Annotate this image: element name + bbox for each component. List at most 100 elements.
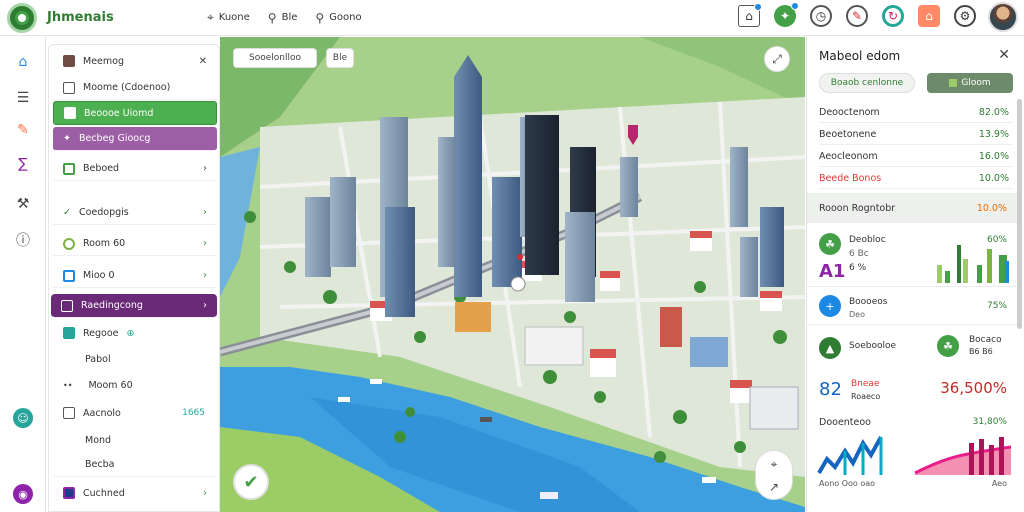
chevron-right-icon: › bbox=[203, 270, 207, 281]
add-icon: ⊕ bbox=[126, 327, 135, 339]
sidepanel-item[interactable]: Mioo 0 › bbox=[53, 264, 217, 288]
sidepanel-item[interactable]: ✓ Coedopgis › bbox=[53, 201, 217, 225]
metric-card[interactable]: ▲ Soebooloe ☘ Bocaco B6 B6 bbox=[807, 331, 1017, 367]
stat-value: 10.0% bbox=[978, 173, 1009, 184]
sidepanel-item-label: Coedopgis bbox=[78, 207, 129, 218]
map-search-button[interactable]: Sooelonlloo bbox=[233, 48, 317, 68]
sidepanel-item-purple[interactable]: ✦ Becbeg Gioocg bbox=[53, 127, 217, 151]
sidepanel-subitem[interactable]: Pabol bbox=[53, 347, 217, 371]
sidepanel-subitem[interactable]: Becba bbox=[53, 453, 217, 477]
tools-icon[interactable]: ⚒ bbox=[13, 194, 33, 214]
card-name: Soebooloe bbox=[849, 341, 897, 351]
tab-left[interactable]: Boaob cenlonne bbox=[819, 73, 915, 93]
pink-chart bbox=[914, 437, 1012, 475]
card-sub: Deo bbox=[849, 310, 865, 319]
home-icon bbox=[63, 269, 75, 282]
app-logo[interactable] bbox=[7, 2, 37, 33]
sidepanel-item[interactable]: Room 60 › bbox=[53, 232, 217, 256]
sidepanel-item[interactable]: Regooe ⊕ bbox=[53, 321, 217, 345]
app-title: Jhmenais bbox=[47, 10, 114, 25]
sidepanel-item[interactable]: Moome (Cdoenoo) bbox=[53, 76, 217, 100]
support-icon[interactable]: ☺ bbox=[13, 408, 33, 428]
recenter-icon[interactable]: ⌖ bbox=[771, 457, 778, 472]
metric-card[interactable]: Dooenteoo 31,80% Aono Ooo oao Aeo bbox=[807, 413, 1017, 512]
bar-sparkline bbox=[937, 245, 1009, 283]
topnav-item-ble[interactable]: ⚲ Ble bbox=[268, 10, 298, 25]
sidepanel-item-green[interactable]: Beoooe Uiomd bbox=[53, 101, 217, 125]
home-notif-icon[interactable]: ⌂ bbox=[738, 3, 762, 27]
check-icon: ✓ bbox=[63, 207, 71, 218]
puzzle-icon[interactable]: ✦ bbox=[774, 2, 799, 27]
stat-label: Aeocleonom bbox=[819, 151, 878, 162]
pin-icon: ⌖ bbox=[207, 10, 214, 24]
sidepanel-item[interactable]: Beboed › bbox=[53, 157, 217, 181]
topnav-label: Ble bbox=[281, 12, 298, 23]
settings-icon[interactable]: ⚙ bbox=[954, 5, 976, 27]
scrollbar[interactable] bbox=[1017, 99, 1022, 329]
card-label: Bneae bbox=[851, 379, 880, 389]
metric-card[interactable]: + Boooeos Deo 75% bbox=[807, 289, 1017, 325]
search-icon: ⚲ bbox=[267, 10, 277, 25]
right-panel: Mabeol edom ✕ Boaob cenlonne Gloom Deooc… bbox=[806, 37, 1024, 512]
map-option-label: Ble bbox=[332, 53, 348, 63]
profile-icon[interactable]: ◉ bbox=[13, 484, 33, 504]
analytics-icon[interactable]: ∑ bbox=[13, 154, 33, 174]
card-name: Boooeos bbox=[849, 297, 888, 307]
sidepanel-item-label: Regooe bbox=[83, 327, 119, 339]
city-map[interactable]: Sooelonlloo Ble ⤢ ✔ ⌖ ↗ bbox=[220, 37, 805, 512]
sidepanel-item[interactable]: Aacnolo 1665 bbox=[53, 401, 217, 425]
sidepanel-item-label: Raedingcong bbox=[81, 300, 143, 311]
home-icon[interactable]: ⌂ bbox=[13, 52, 33, 72]
compass-icon[interactable]: ↗ bbox=[769, 480, 779, 494]
check-fab[interactable]: ✔ bbox=[233, 464, 269, 500]
sidepanel-item[interactable]: •• Moom 60 bbox=[53, 373, 217, 397]
topnav-label: Goono bbox=[329, 12, 362, 23]
leaf-icon: ☘ bbox=[937, 335, 959, 357]
dots-icon: •• bbox=[63, 380, 73, 390]
metric-card[interactable]: ☘ Deobloc 6 Bc A1 6 % 60% bbox=[807, 227, 1017, 287]
chevron-right-icon: › bbox=[203, 300, 207, 311]
card-sub: Roaeco bbox=[851, 392, 881, 401]
card-big-value: 82 bbox=[819, 379, 842, 400]
clock-icon[interactable]: ◷ bbox=[810, 5, 832, 27]
zoom-controls[interactable]: ⌖ ↗ bbox=[755, 450, 793, 500]
metric-card[interactable]: 82 Bneae Roaeco 36,500% bbox=[807, 371, 1017, 411]
tab-right[interactable]: Gloom bbox=[927, 73, 1013, 93]
list-icon[interactable]: ☰ bbox=[13, 88, 33, 108]
tab-label: Boaob cenlonne bbox=[830, 78, 904, 88]
topnav-item-kuone[interactable]: ⌖ Kuone bbox=[207, 10, 250, 25]
help-icon[interactable]: ⓘ bbox=[13, 230, 33, 250]
stat-row: Aeocleonom 16.0% bbox=[819, 147, 1013, 167]
grid-icon bbox=[61, 299, 73, 312]
folder-icon bbox=[63, 407, 75, 419]
sidepanel-item[interactable]: Cuchned › bbox=[53, 481, 217, 505]
refresh-icon[interactable]: ↻ bbox=[882, 5, 904, 27]
sidepanel-subitem[interactable]: Mond bbox=[53, 428, 217, 452]
band-label: Rooon Rogntobr bbox=[819, 203, 896, 214]
chevron-right-icon: › bbox=[203, 207, 207, 218]
card-name: Deobloc bbox=[849, 235, 886, 245]
puzzle-icon: ✦ bbox=[63, 133, 71, 144]
close-icon[interactable]: ✕ bbox=[998, 47, 1010, 63]
map-option-button[interactable]: Ble bbox=[326, 48, 354, 68]
leaf-icon: ☘ bbox=[819, 233, 841, 255]
avatar[interactable] bbox=[988, 2, 1018, 32]
card-big-value: A1 bbox=[819, 261, 846, 282]
side-panel: Meemog ✕ Moome (Cdoenoo) Beoooe Uiomd ✦ … bbox=[48, 44, 220, 512]
topnav-label: Kuone bbox=[218, 12, 250, 23]
card-name: Dooenteoo bbox=[819, 417, 871, 428]
edit-icon[interactable]: ✎ bbox=[846, 5, 868, 27]
edit-icon[interactable]: ✎ bbox=[13, 120, 33, 140]
sidepanel-item-label: Mond bbox=[85, 434, 112, 446]
sidepanel-item-selected[interactable]: Raedingcong › bbox=[51, 294, 217, 318]
stat-label: Deooctenom bbox=[819, 107, 880, 118]
close-icon[interactable]: ✕ bbox=[199, 56, 207, 67]
stat-value: 13.9% bbox=[978, 129, 1009, 140]
top-bar: Jhmenais ⌖ Kuone ⚲ Ble ⚲ Goono ⌂ ✦ ◷ ✎ ↻… bbox=[0, 0, 1024, 36]
topnav-item-goono[interactable]: ⚲ Goono bbox=[315, 10, 361, 25]
chevron-right-icon: › bbox=[203, 487, 207, 499]
expand-icon[interactable]: ⤢ bbox=[764, 46, 790, 72]
map-icon bbox=[63, 162, 75, 175]
shop-icon[interactable]: ⌂ bbox=[918, 5, 940, 27]
card-sub: 6 Bc bbox=[849, 249, 869, 259]
